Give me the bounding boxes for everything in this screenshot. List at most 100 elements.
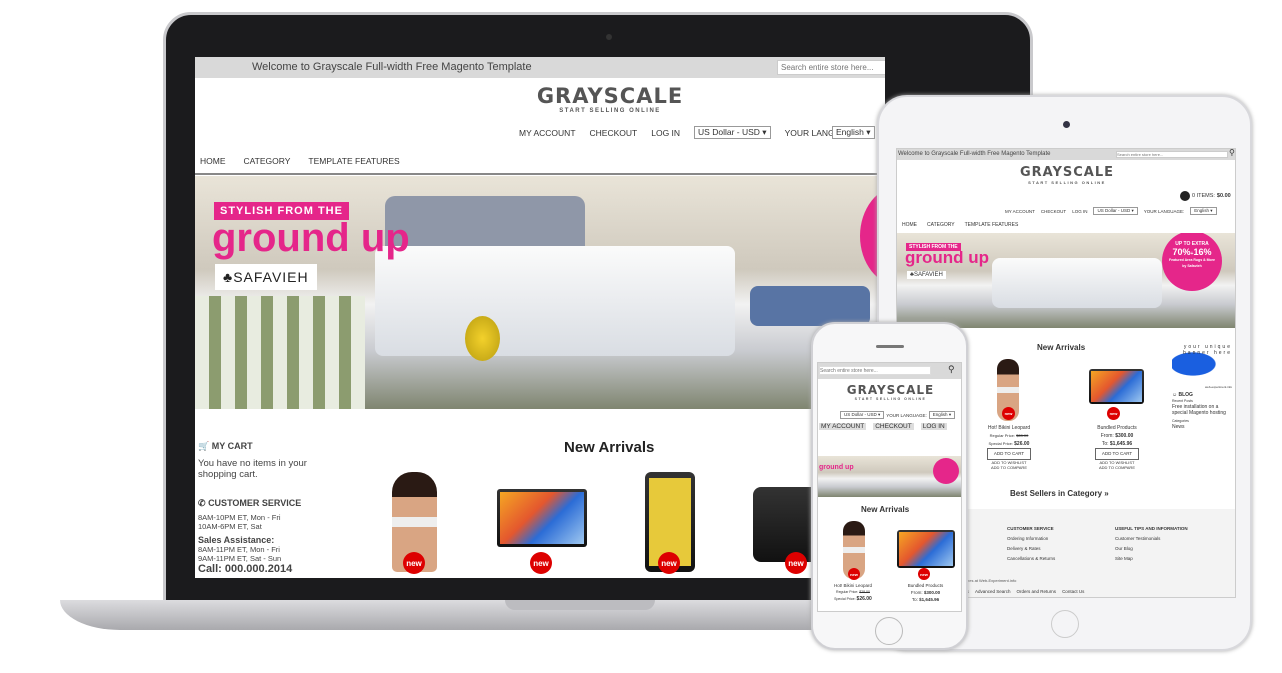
nav-category[interactable]: CATEGORY (244, 156, 291, 166)
product-card: Hot! Bikini Leopard Regular Price: $28.0… (969, 424, 1049, 470)
login-link[interactable]: LOG IN (920, 423, 947, 430)
logo[interactable]: GRAYSCALE START SELLING ONLINE (535, 84, 685, 114)
product-name[interactable]: Bundled Products (1072, 424, 1162, 432)
new-arrivals-heading: New Arrivals (861, 505, 910, 514)
element: ♣SAFAVIEH (907, 271, 946, 279)
text-language: English (1194, 208, 1210, 213)
currency-select[interactable]: US Dollar - USD ▾ (1093, 207, 1138, 215)
search-icon[interactable]: ⚲ (1229, 149, 1235, 157)
banner-ad[interactable]: your unique banner here (1172, 344, 1232, 384)
text-special: $26.00 (1014, 441, 1030, 447)
phone-screen: ⚲ GRAYSCALE START SELLING ONLINE US Doll… (817, 362, 962, 612)
my-account-link[interactable]: MY ACCOUNT (819, 423, 867, 430)
language-select[interactable]: English ▾ (1190, 207, 1217, 215)
best-sellers-link[interactable]: Best Sellers in Category » (1010, 489, 1109, 498)
text-special_label: Special Price: (988, 441, 1014, 446)
add-to-cart-button[interactable]: ADD TO CART (986, 448, 1032, 460)
text-cart_title: MY CART (211, 441, 253, 451)
text-new_badge: new (918, 568, 930, 580)
text-1[interactable]: Advanced Search (975, 589, 1011, 594)
bench (750, 286, 870, 326)
my-account-link[interactable]: MY ACCOUNT (519, 128, 576, 138)
checkout-link[interactable]: CHECKOUT (873, 423, 914, 430)
nav-home[interactable]: HOME (200, 156, 226, 166)
logo[interactable]: GRAYSCALE START SELLING ONLINE (843, 383, 938, 401)
text-1[interactable]: Our Blog (1115, 544, 1188, 554)
login-link[interactable]: LOG IN (651, 128, 680, 138)
text-3[interactable]: Contact Us (1062, 589, 1084, 594)
element: MY ACCOUNT CHECKOUT LOG IN (819, 423, 947, 430)
nav-category[interactable]: CATEGORY (927, 222, 955, 228)
text-new_badge: new (1107, 407, 1120, 420)
text-regular: $28.00 (1016, 433, 1029, 438)
logo[interactable]: GRAYSCALE START SELLING ONLINE (1017, 165, 1117, 185)
checkout-link[interactable]: CHECKOUT (590, 128, 638, 138)
checkout-link[interactable]: CHECKOUT (1041, 209, 1066, 214)
laptop-screen: Welcome to Grayscale Full-width Free Mag… (195, 57, 885, 578)
element: Regular Price: $28.00 (823, 589, 883, 596)
text-name[interactable]: Bundled Products (893, 582, 958, 589)
text-from: $300.00 (1115, 433, 1134, 439)
text-1[interactable]: Delivery & Rates (1007, 544, 1055, 554)
my-account-link[interactable]: MY ACCOUNT (1005, 209, 1035, 214)
nav-template-features[interactable]: TEMPLATE FEATURES (308, 156, 399, 166)
currency-select[interactable]: US Dollar - USD ▾ (840, 411, 885, 419)
text-currency: US Dollar - USD (1097, 208, 1131, 213)
text-2[interactable]: Site Map (1115, 554, 1188, 564)
welcome-text: Welcome to Grayscale Full-width Free Mag… (252, 61, 532, 73)
new-badge: new (785, 552, 807, 574)
tablet-home-button[interactable] (1051, 610, 1079, 638)
language-value: English (836, 127, 864, 137)
element: 0 ITEMS: $0.00 (1180, 191, 1231, 201)
new-badge: new (658, 552, 680, 574)
product-card: Hot! Bikini Leopard Regular Price: $28.0… (823, 582, 883, 603)
promo-circle: UP TO EXTRA 70%+16% Featured Area Rugs & M… (1162, 233, 1222, 291)
add-compare-link[interactable]: ADD TO COMPARE (1072, 465, 1162, 470)
element: MY ACCOUNT CHECKOUT LOG IN US Dollar - U… (1005, 207, 1217, 215)
product-image-tv[interactable] (497, 489, 587, 547)
new-badge: new (403, 552, 425, 574)
striped-chair (195, 296, 365, 409)
text-regular_label: Regular Price: (989, 433, 1015, 438)
search-input[interactable] (819, 366, 931, 375)
blog-category-link[interactable]: News (1172, 424, 1232, 430)
text-brand: SAFAVIEH (913, 272, 943, 278)
nav-template-features[interactable]: TEMPLATE FEATURES (965, 222, 1019, 228)
product-image-tv[interactable] (1089, 369, 1144, 404)
text-to: $1,645.96 (919, 597, 940, 602)
hero-banner[interactable]: STYLISH FROM THE ground up ♣SAFAVIEH (195, 176, 885, 409)
nav-home[interactable]: HOME (902, 222, 917, 228)
text-0[interactable]: Customer Testimonials (1115, 534, 1188, 544)
text-0[interactable]: Ordering Information (1007, 534, 1055, 544)
search-icon[interactable]: ⚲ (948, 364, 955, 375)
text-2[interactable]: Cancellations & Returns (1007, 554, 1055, 564)
text-2[interactable]: Orders and Returns (1017, 589, 1057, 594)
blog-post-link[interactable]: Free installation on a special Magento h… (1172, 404, 1232, 416)
language-select[interactable]: English ▾ (832, 126, 875, 139)
currency-select[interactable]: US Dollar - USD ▾ (694, 126, 771, 139)
search-input[interactable] (777, 60, 885, 75)
laptop-notch (505, 600, 655, 610)
element: USEFUL TIPS AND INFORMATION Customer Tes… (1115, 524, 1188, 564)
add-to-cart-button[interactable]: ADD TO CART (1094, 448, 1140, 460)
language-select[interactable]: English ▾ (928, 411, 956, 419)
search-input[interactable] (1116, 151, 1228, 158)
hero-banner[interactable]: ground up (818, 456, 961, 497)
add-compare-link[interactable]: ADD TO COMPARE (969, 465, 1049, 470)
hero-banner[interactable]: STYLISH FROM THE ground up ♣SAFAVIEH UP … (897, 233, 1235, 328)
text-language: English (932, 412, 948, 417)
text-col1_title: CUSTOMER SERVICE (1007, 526, 1054, 531)
text-name[interactable]: Hot! Bikini Leopard (823, 582, 883, 589)
text-headline_big: ground up (905, 248, 990, 267)
text-tagline: START SELLING ONLINE (1028, 180, 1106, 185)
phone-home-button[interactable] (875, 617, 903, 645)
promo-circle (933, 458, 959, 484)
blog-sidebar: your unique banner here web-experiment.i… (1172, 344, 1232, 430)
cart-icon[interactable] (1180, 191, 1190, 201)
text-special: $26.00 (856, 596, 872, 602)
product-image-tv[interactable] (897, 530, 955, 568)
text-ad_url: web-experiment.info (1204, 385, 1232, 389)
login-link[interactable]: LOG IN (1072, 209, 1087, 214)
product-name[interactable]: Hot! Bikini Leopard (969, 424, 1049, 432)
hours-sat: 10AM-6PM ET, Sat (198, 522, 262, 531)
